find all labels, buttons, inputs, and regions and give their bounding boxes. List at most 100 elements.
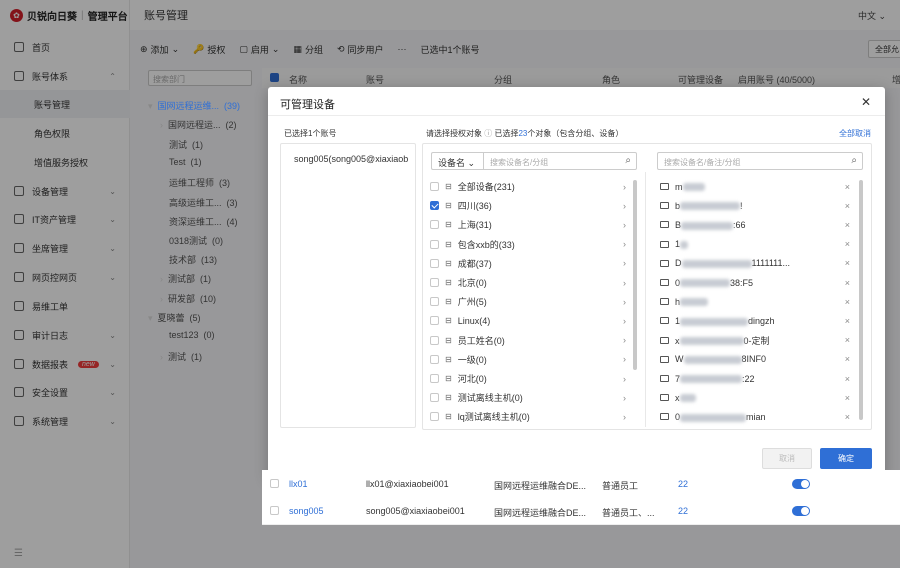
group-label: 员工姓名(0)	[457, 335, 505, 346]
cancel-all-link[interactable]: 全部取消	[839, 128, 871, 139]
chevron-right-icon[interactable]: ›	[623, 239, 626, 249]
chevron-right-icon[interactable]: ›	[623, 374, 626, 384]
group-checkbox[interactable]	[430, 278, 439, 287]
table-row[interactable]: llx01 llx01@xiaxiaobei001 国网远程运维融合DE... 普通员…	[262, 470, 900, 498]
group-item[interactable]: ⊟ 包含xxb的(33) ›	[430, 235, 630, 254]
chevron-right-icon[interactable]: ›	[623, 316, 626, 326]
device-search-input[interactable]: 搜索设备名/备注/分组 ⌕	[657, 152, 863, 170]
group-item[interactable]: ⊟ 广州(5) ›	[430, 292, 630, 311]
tree-node[interactable]: 技术部 (13)	[169, 253, 217, 266]
chevron-right-icon[interactable]: ›	[623, 297, 626, 307]
chevron-right-icon[interactable]: ›	[623, 201, 626, 211]
chevron-right-icon[interactable]: ›	[623, 412, 626, 422]
remove-icon[interactable]: ×	[845, 239, 850, 249]
confirm-button[interactable]: 确定	[820, 448, 872, 469]
device-count-link[interactable]: 22	[678, 479, 688, 489]
tree-node[interactable]: › 测试部 (1)	[160, 272, 211, 285]
group-checkbox[interactable]	[430, 374, 439, 383]
tree-node[interactable]: › 研发部 (10)	[160, 292, 216, 305]
remove-icon[interactable]: ×	[845, 393, 850, 403]
device-name-suffix: !	[740, 200, 743, 211]
group-checkbox[interactable]	[430, 412, 439, 422]
tree-node[interactable]: test123 (0)	[169, 330, 215, 340]
row-checkbox[interactable]	[270, 506, 279, 515]
group-item[interactable]: ⊟ 河北(0) ›	[430, 369, 630, 388]
device-list-scrollbar[interactable]	[859, 180, 863, 420]
group-checkbox[interactable]	[430, 220, 439, 230]
close-icon[interactable]: ✕	[861, 95, 871, 109]
tree-node[interactable]: 测试 (1)	[169, 138, 203, 151]
chevron-right-icon[interactable]: ›	[623, 335, 626, 345]
enable-toggle[interactable]	[792, 506, 810, 516]
chevron-right-icon[interactable]: ›	[623, 182, 626, 192]
remove-icon[interactable]: ×	[845, 220, 850, 230]
group-item[interactable]: ⊟ 全部设备(231) ›	[430, 177, 630, 196]
tree-node-label: 运维工程师	[169, 178, 215, 188]
table-row[interactable]: song005 song005@xiaxiaobei001 国网远程运维融合DE..…	[262, 497, 900, 525]
cancel-button[interactable]: 取消	[762, 448, 812, 469]
group-item[interactable]: ⊟ 员工姓名(0) ›	[430, 331, 630, 350]
remove-icon[interactable]: ×	[845, 201, 850, 211]
account-name-link[interactable]: song005	[289, 506, 324, 516]
monitor-icon	[660, 298, 669, 306]
tree-node[interactable]: 运维工程师 (3)	[169, 176, 230, 189]
tree-root2[interactable]: ▾ 夏晓蕾 (5)	[148, 311, 201, 324]
group-checkbox[interactable]	[430, 182, 439, 191]
chevron-right-icon[interactable]: ›	[623, 220, 626, 230]
group-checkbox[interactable]	[430, 335, 439, 345]
tree-arrow-icon[interactable]: ›	[160, 352, 163, 362]
remove-icon[interactable]: ×	[845, 335, 850, 345]
group-checkbox[interactable]	[430, 316, 439, 326]
group-item[interactable]: ⊟ Linux(4) ›	[430, 311, 630, 330]
group-item[interactable]: ⊟ 四川(36) ›	[430, 196, 630, 215]
tree-node[interactable]: Test (1)	[169, 157, 202, 167]
tree-node-count: (2)	[225, 120, 237, 130]
remove-icon[interactable]: ×	[845, 258, 850, 268]
group-checkbox[interactable]	[430, 201, 439, 211]
tree-arrow-icon[interactable]: ▾	[148, 101, 153, 111]
chevron-right-icon[interactable]: ›	[623, 278, 626, 288]
account-name-link[interactable]: llx01	[289, 479, 308, 489]
group-item[interactable]: ⊟ 测试离线主机(0) ›	[430, 388, 630, 407]
group-item[interactable]: ⊟ 北京(0) ›	[430, 273, 630, 292]
remove-icon[interactable]: ×	[845, 412, 850, 422]
collapse-sidebar-icon[interactable]: ☰	[14, 548, 23, 559]
tree-arrow-icon[interactable]: ›	[160, 274, 163, 284]
group-checkbox[interactable]	[430, 258, 439, 268]
tree-node[interactable]: 0318测试 (0)	[169, 234, 223, 247]
group-checkbox[interactable]	[430, 354, 439, 364]
tree-node[interactable]: › 国网远程运... (2)	[160, 118, 237, 131]
group-checkbox[interactable]	[430, 393, 439, 403]
row-checkbox[interactable]	[270, 479, 279, 488]
redacted-text	[681, 221, 734, 230]
group-item[interactable]: ⊟ 成都(37) ›	[430, 254, 630, 273]
chevron-right-icon[interactable]: ›	[623, 393, 626, 403]
group-item[interactable]: ⊟ lq测试离线主机(0) ›	[430, 407, 630, 426]
group-list-scrollbar[interactable]	[633, 180, 637, 370]
group-item[interactable]: ⊟ 上海(31) ›	[430, 215, 630, 234]
chevron-right-icon[interactable]: ›	[623, 258, 626, 268]
remove-icon[interactable]: ×	[845, 182, 850, 192]
tree-arrow-icon[interactable]: ›	[160, 294, 163, 304]
group-checkbox[interactable]	[430, 297, 439, 307]
tree-arrow-icon[interactable]: ▾	[148, 313, 153, 323]
chevron-right-icon[interactable]: ›	[623, 354, 626, 364]
tree-node[interactable]: 高级运维工... (3)	[169, 196, 238, 209]
tree-node[interactable]: 资深运维工... (4)	[169, 215, 238, 228]
monitor-icon	[660, 259, 669, 267]
remove-icon[interactable]: ×	[845, 297, 850, 307]
tree-root[interactable]: ▾ 国网远程运维... (39)	[148, 99, 240, 112]
remove-icon[interactable]: ×	[845, 316, 850, 326]
group-search-input[interactable]: 搜索设备名/分组 ⌕	[483, 152, 637, 170]
group-label: lq测试离线主机(0)	[457, 412, 530, 423]
remove-icon[interactable]: ×	[845, 374, 850, 384]
remove-icon[interactable]: ×	[845, 278, 850, 288]
enable-toggle[interactable]	[792, 479, 810, 489]
category-select[interactable]: 设备名 ⌄	[431, 152, 483, 170]
remove-icon[interactable]: ×	[845, 354, 850, 364]
tree-arrow-icon[interactable]: ›	[160, 120, 163, 130]
device-count-link[interactable]: 22	[678, 506, 688, 516]
group-checkbox[interactable]	[430, 239, 439, 249]
tree-node[interactable]: › 测试 (1)	[160, 350, 202, 363]
group-item[interactable]: ⊟ 一级(0) ›	[430, 350, 630, 369]
